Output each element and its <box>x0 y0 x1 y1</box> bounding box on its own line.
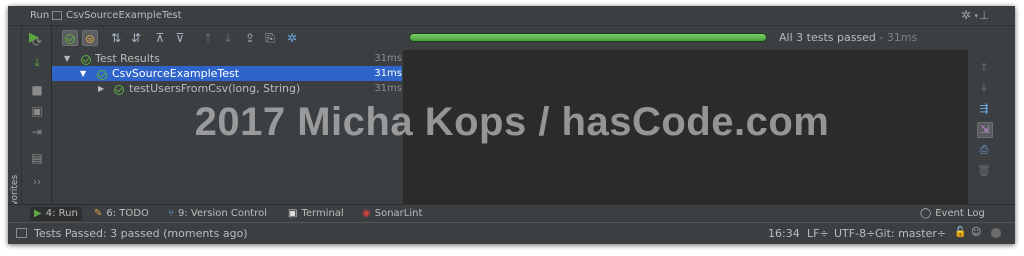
show-passed-toggle[interactable] <box>62 30 78 46</box>
tool-tab-label: 9: Version Control <box>178 208 268 219</box>
tree-row-method[interactable]: ▶ testUsersFromCsv(long, String) 31ms <box>52 81 402 96</box>
progress-separator: - <box>875 31 887 44</box>
run-icon[interactable]: ▶ <box>26 30 42 46</box>
run-label: Run <box>30 10 50 21</box>
more-icon[interactable]: ›› <box>30 176 44 190</box>
tree-row-class[interactable]: ▼ CsvSourceExampleTest 31ms <box>52 66 402 81</box>
expand-all-icon[interactable]: ⊼ <box>152 30 168 46</box>
progress-duration: 31ms <box>886 31 918 44</box>
lock-icon[interactable]: 🔓 <box>954 227 966 238</box>
sonarlint-icon: ◉ <box>362 208 371 219</box>
scroll-up-icon[interactable]: ↑ <box>977 61 991 75</box>
tool-tab-event-log[interactable]: ◯ Event Log <box>920 207 985 221</box>
tree-row-label: Test Results <box>95 52 160 65</box>
stop-icon[interactable]: ■ <box>30 83 44 97</box>
tree-row-time: 31ms <box>374 83 402 94</box>
tool-tab-label: 6: TODO <box>106 208 149 219</box>
person-icon[interactable]: ☺ <box>971 227 981 238</box>
chevron-down-icon[interactable]: ▾ <box>974 12 978 20</box>
tree-row-root[interactable]: ▼ Test Results 31ms <box>52 51 402 66</box>
progress-fill <box>410 34 766 41</box>
vcs-branch[interactable]: Git: master÷ <box>875 227 946 240</box>
tool-tab-label: SonarLint <box>374 208 423 219</box>
layout-icon[interactable]: ▤ <box>30 151 44 165</box>
tool-tab-run[interactable]: ▶ 4: Run <box>30 207 82 221</box>
print-icon[interactable]: ⎙ <box>977 143 991 157</box>
progress-bar <box>409 33 767 42</box>
tool-tab-version-control[interactable]: ⑂ 9: Version Control <box>168 207 267 221</box>
caret-position[interactable]: 16:34 <box>768 227 800 240</box>
memory-indicator-icon[interactable] <box>991 228 1001 238</box>
version-control-icon: ⑂ <box>168 208 174 219</box>
collapse-all-icon[interactable]: ⊽ <box>172 30 188 46</box>
tool-tab-label: 4: Run <box>45 208 78 219</box>
progress-status-text: All 3 tests passed <box>779 31 876 44</box>
terminal-icon: ▣ <box>288 208 298 219</box>
gear-icon[interactable]: ✲ <box>961 8 971 22</box>
import-icon[interactable]: ⎘ <box>262 30 278 46</box>
tree-row-label: CsvSourceExampleTest <box>112 67 240 80</box>
show-ignored-toggle[interactable]: ⊜ <box>82 30 98 46</box>
config-name: CsvSourceExampleTest <box>66 10 182 21</box>
tree-row-label: testUsersFromCsv(long, String) <box>129 82 301 95</box>
tool-tab-todo[interactable]: ✎ 6: TODO <box>94 207 149 221</box>
expand-arrow-icon[interactable]: ▼ <box>80 66 86 81</box>
status-bar: Tests Passed: 3 passed (moments ago) 16:… <box>8 222 1015 244</box>
toggle-tool-windows-icon[interactable] <box>16 228 27 238</box>
passed-icon <box>114 83 124 98</box>
tree-row-time: 31ms <box>374 68 402 79</box>
status-message: Tests Passed: 3 passed (moments ago) <box>34 227 248 240</box>
progress-status: All 3 tests passed - 31ms <box>779 31 917 44</box>
progress-area: All 3 tests passed - 31ms <box>403 26 968 50</box>
run-icon: ▶ <box>34 208 42 219</box>
todo-icon: ✎ <box>94 208 103 219</box>
tool-tab-label: Terminal <box>301 208 344 219</box>
tool-window-bar: ▶ 4: Run ✎ 6: TODO ⑂ 9: Version Control ▣ Te… <box>8 204 1015 222</box>
scroll-down-icon[interactable]: ↓ <box>977 81 991 95</box>
config-icon <box>52 11 62 20</box>
line-separator[interactable]: LF÷ <box>807 227 829 240</box>
test-runner-toolbar: ▶ ⊜ ⇅ ⇵ ⊼ ⊽ ↑ ↓ ⇪ ⎘ ✲ <box>29 26 402 50</box>
tool-tab-sonarlint[interactable]: ◉ SonarLint <box>362 207 422 221</box>
tool-tab-terminal[interactable]: ▣ Terminal <box>288 207 344 221</box>
passed-icon <box>65 34 75 44</box>
expand-arrow-icon[interactable]: ▶ <box>98 81 104 96</box>
sort-alpha-icon[interactable]: ⇅ <box>108 30 124 46</box>
sort-duration-icon[interactable]: ⇵ <box>128 30 144 46</box>
previous-icon[interactable]: ↑ <box>200 30 216 46</box>
watermark: 2017 Micha Kops / hasCode.com <box>194 100 830 144</box>
tool-tab-label: Event Log <box>935 208 985 219</box>
settings-icon[interactable]: ✲ <box>284 30 300 46</box>
next-icon[interactable]: ↓ <box>220 30 236 46</box>
title-bar: Run CsvSourceExampleTest ✲ ▾ ⊥ <box>8 6 1015 26</box>
tree-row-time: 31ms <box>374 53 402 64</box>
export-icon[interactable]: ⇪ <box>242 30 258 46</box>
clear-icon[interactable]: 🗑 <box>977 164 991 178</box>
pin-icon[interactable]: ⊥ <box>979 9 989 22</box>
file-encoding[interactable]: UTF-8÷ <box>834 227 875 240</box>
rerun-failed-icon[interactable]: ⤓ <box>30 56 44 70</box>
event-log-icon: ◯ <box>920 208 932 219</box>
expand-arrow-icon[interactable]: ▼ <box>64 51 70 66</box>
